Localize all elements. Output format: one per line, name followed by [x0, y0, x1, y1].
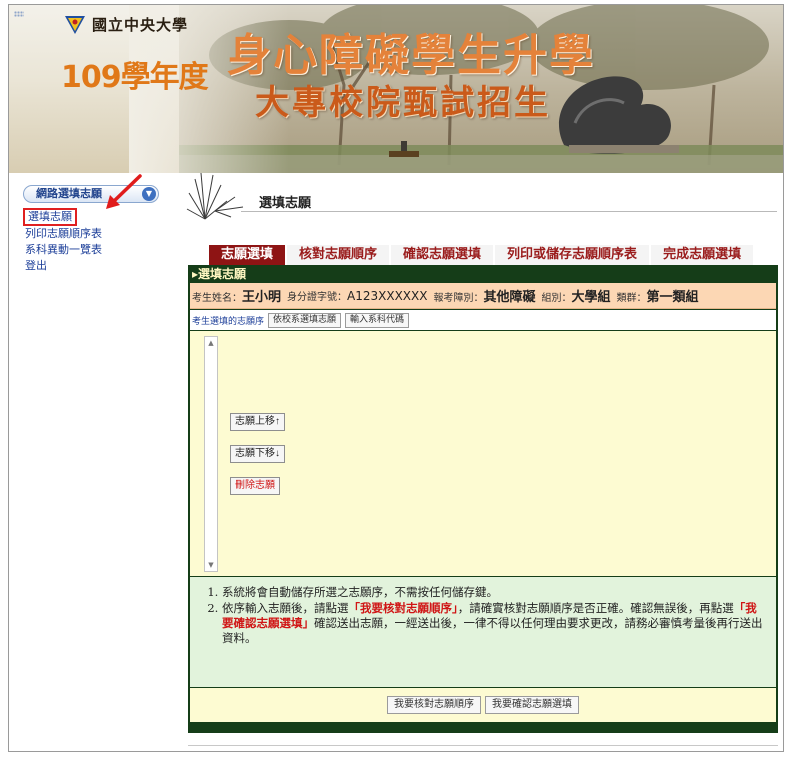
step-confirm-choices: 確認志願選填 [391, 245, 494, 265]
sidebar-menu-label: 網路選填志願 [36, 187, 102, 200]
page-frame: 國立中央大學 109學年度 身心障礙學生升學 大專校院甄試招生 網路選填志願 ▼… [8, 4, 784, 752]
candidate-group: 大學組 [571, 290, 611, 305]
confirm-choices-button[interactable]: 我要確認志願選填 [485, 696, 579, 714]
banner-title-sub: 大專校院甄試招生 [255, 83, 551, 123]
sidebar: 網路選填志願 ▼ 選填志願 列印志願順序表 系科異動一覽表 登出 [23, 185, 183, 274]
move-down-button[interactable]: 志願下移↓ [230, 445, 285, 463]
sidebar-links: 選填志願 列印志願順序表 系科異動一覽表 登出 [23, 208, 183, 274]
sidebar-item-select-choices[interactable]: 選填志願 [23, 208, 77, 226]
scroll-down-icon[interactable]: ▼ [205, 559, 217, 571]
header-banner: 國立中央大學 109學年度 身心障礙學生升學 大專校院甄試招生 [9, 5, 783, 173]
instructions: 系統將會自動儲存所選之志願序，不需按任何儲存鍵。 依序輸入志願後，請點選「我要核… [190, 577, 776, 687]
step-select-choices: 志願選填 [209, 245, 286, 265]
sidebar-item-dept-changes[interactable]: 系科異動一覽表 [23, 242, 104, 258]
check-order-button[interactable]: 我要核對志願順序 [387, 696, 481, 714]
window-grip-icon [14, 11, 24, 17]
step-complete: 完成志願選填 [651, 245, 754, 265]
candidate-name: 王小明 [242, 290, 282, 305]
scroll-up-icon[interactable]: ▲ [205, 337, 217, 349]
instruction-1: 系統將會自動儲存所選之志願序，不需按任何儲存鍵。 [222, 585, 766, 600]
choice-list-area: ▲ ▼ 志願上移↑ 志願下移↓ 刪除志願 [190, 331, 776, 576]
candidate-id: A123XXXXXX [347, 289, 428, 303]
delete-choice-button[interactable]: 刪除志願 [230, 477, 280, 495]
university-emblem-icon [65, 16, 85, 34]
choice-panel: ▸選填志願 考生姓名：王小明 身分證字號：A123XXXXXX 報考障別：其他障… [188, 265, 778, 733]
academic-year: 109學年度 [61, 60, 209, 95]
annotation-arrow-icon [106, 174, 142, 209]
input-dept-code-button[interactable]: 輸入系科代碼 [345, 312, 410, 328]
sidebar-item-logout[interactable]: 登出 [23, 258, 49, 274]
choice-list-label: 考生選填的志願序 [192, 316, 265, 327]
chevron-down-icon[interactable]: ▼ [142, 187, 156, 201]
step-print-or-save: 列印或儲存志願順序表 [495, 245, 650, 265]
action-bar: 我要核對志願順序 我要確認志願選填 [190, 688, 776, 722]
page-title: 選填志願 [259, 196, 312, 211]
pine-leaf-icon [186, 172, 244, 220]
candidate-info: 考生姓名：王小明 身分證字號：A123XXXXXX 報考障別：其他障礙 組別：大… [190, 283, 776, 309]
university-logo: 國立中央大學 [64, 13, 188, 35]
instruction-2: 依序輸入志願後，請點選「我要核對志願順序」，請確實核對志願順序是否正確。確認無誤… [222, 601, 766, 646]
progress-steps: 志願選填 核對志願順序 確認志願選填 列印或儲存志願順序表 完成志願選填 [209, 245, 755, 265]
candidate-cluster: 第一類組 [646, 290, 699, 305]
choice-list-scrollbar[interactable]: ▲ ▼ [204, 336, 218, 572]
university-name: 國立中央大學 [92, 15, 189, 34]
panel-title: ▸選填志願 [192, 267, 247, 281]
banner-title-main: 身心障礙學生升學 [227, 30, 595, 81]
move-up-button[interactable]: 志願上移↑ [230, 413, 285, 431]
select-by-school-button[interactable]: 依校系選填志願 [268, 312, 342, 328]
sidebar-item-print-order[interactable]: 列印志願順序表 [23, 226, 104, 242]
choice-toolbar: 考生選填的志願序 依校系選填志願 輸入系科代碼 [190, 310, 776, 330]
candidate-disability-category: 其他障礙 [483, 290, 536, 305]
step-check-order: 核對志願順序 [287, 245, 390, 265]
